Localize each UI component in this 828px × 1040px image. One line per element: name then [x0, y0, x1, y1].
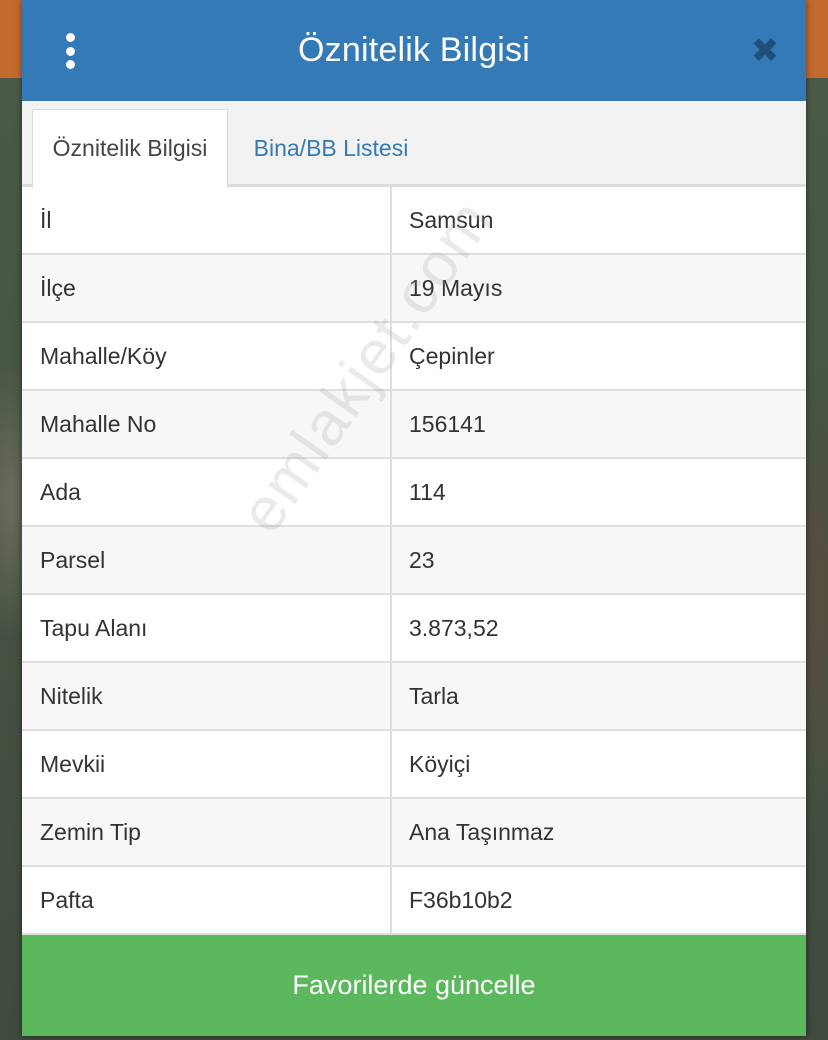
- attribute-table: İl Samsun İlçe 19 Mayıs Mahalle/Köy Çepi…: [22, 187, 806, 936]
- dialog-title: Öznitelik Bilgisi: [297, 30, 531, 69]
- attribute-value: 23: [409, 546, 435, 573]
- attribute-key: Mevkii: [22, 731, 392, 798]
- table-row: Ada 114: [22, 459, 806, 528]
- table-row: Nitelik Tarla: [22, 663, 806, 732]
- attribute-key: Zemin Tip: [22, 799, 392, 866]
- attribute-info-dialog: Öznitelik Bilgisi ✖ Öznitelik Bilgisi Bi…: [22, 0, 806, 1036]
- table-row: Mahalle No 156141: [22, 391, 806, 460]
- attribute-key: Mahalle No: [22, 391, 392, 458]
- table-row: Pafta F36b10b2: [22, 867, 806, 936]
- attribute-key: Parsel: [22, 527, 392, 594]
- table-row: İl Samsun: [22, 187, 806, 256]
- attribute-value: 19 Mayıs: [409, 274, 503, 301]
- table-row: Mahalle/Köy Çepinler: [22, 323, 806, 392]
- tab-attribute-info[interactable]: Öznitelik Bilgisi: [32, 108, 228, 188]
- table-row: Parsel 23: [22, 527, 806, 596]
- attribute-key: İl: [22, 187, 392, 254]
- attribute-value: Ana Taşınmaz: [409, 818, 555, 845]
- attribute-value: Tarla: [409, 682, 459, 709]
- attribute-value: Samsun: [409, 206, 494, 233]
- kebab-menu-icon[interactable]: [60, 33, 80, 69]
- attribute-key: İlçe: [22, 255, 392, 322]
- attribute-key: Mahalle/Köy: [22, 323, 392, 390]
- tab-building-list[interactable]: Bina/BB Listesi: [236, 109, 426, 188]
- attribute-value: F36b10b2: [409, 886, 513, 913]
- table-row: İlçe 19 Mayıs: [22, 255, 806, 324]
- dialog-header: Öznitelik Bilgisi ✖: [22, 0, 806, 101]
- close-icon[interactable]: ✖: [750, 34, 780, 68]
- attribute-value: Köyiçi: [409, 750, 471, 777]
- attribute-key: Ada: [22, 459, 392, 526]
- table-row: Mevkii Köyiçi: [22, 731, 806, 800]
- attribute-value: Çepinler: [409, 342, 495, 369]
- attribute-value: 156141: [409, 410, 486, 437]
- table-row: Zemin Tip Ana Taşınmaz: [22, 799, 806, 868]
- attribute-key: Pafta: [22, 867, 392, 934]
- attribute-value: 3.873,52: [409, 614, 499, 641]
- table-row: Tapu Alanı 3.873,52: [22, 595, 806, 664]
- attribute-key: Nitelik: [22, 663, 392, 730]
- attribute-key: Tapu Alanı: [22, 595, 392, 662]
- update-favorites-button[interactable]: Favorilerde güncelle: [22, 935, 806, 1036]
- tab-bar: Öznitelik Bilgisi Bina/BB Listesi: [22, 100, 806, 188]
- attribute-value: 114: [409, 478, 446, 505]
